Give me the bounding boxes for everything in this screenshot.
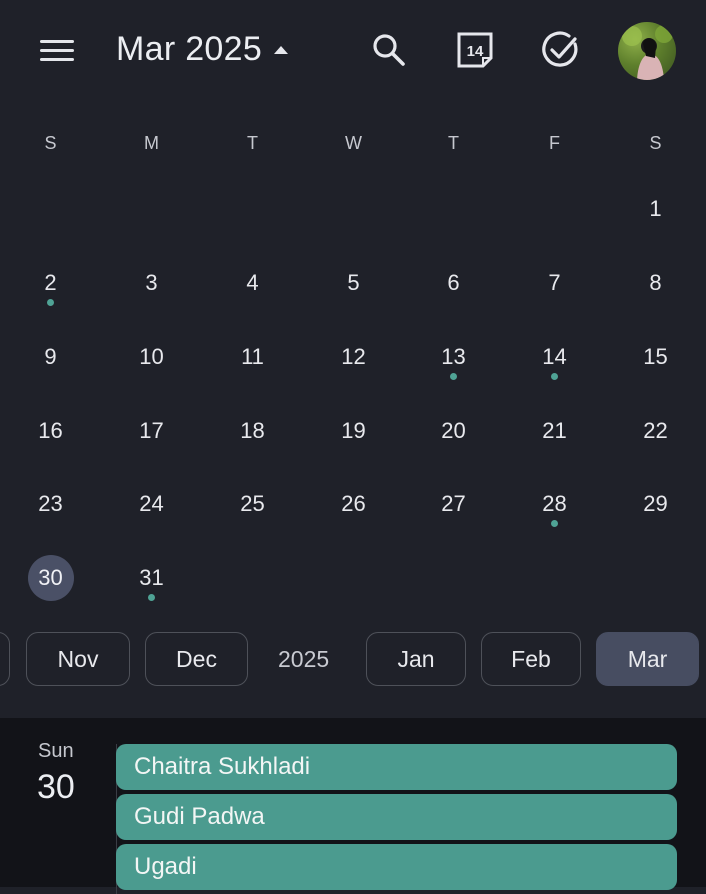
day-cell[interactable]: 18 [202,408,303,468]
day-cell[interactable]: 22 [605,408,706,468]
event-chip[interactable]: Gudi Padwa [116,794,677,840]
month-chip-mar[interactable]: Mar [596,632,699,686]
day-cell[interactable]: 2 [0,260,101,320]
day-number: 18 [240,418,265,443]
day-cell[interactable]: 6 [403,260,504,320]
schedule-panel: Sun 30 Chaitra Sukhladi Gudi Padwa Ugadi [0,718,706,894]
month-chip-feb[interactable]: Feb [481,632,581,686]
day-number: 10 [139,344,164,369]
day-cell[interactable]: 8 [605,260,706,320]
day-number: 4 [246,270,259,295]
day-number: 19 [341,418,366,443]
day-cell[interactable]: 21 [504,408,605,468]
day-cell[interactable]: 26 [303,481,404,541]
day-number: 5 [347,270,360,295]
schedule-day-number[interactable]: 30 [37,768,75,807]
day-number: 24 [139,491,164,516]
day-number: 7 [548,270,561,295]
day-number: 30 [27,555,74,601]
month-chip-label: Feb [511,645,551,672]
day-number: 11 [241,344,264,369]
day-cell[interactable]: 27 [403,481,504,541]
day-number: 27 [441,491,466,516]
day-cell[interactable]: 24 [101,481,202,541]
day-cell[interactable]: 20 [403,408,504,468]
event-chip[interactable]: Ugadi [116,844,677,890]
month-chip-nov[interactable]: Nov [26,632,130,686]
day-cell[interactable]: 7 [504,260,605,320]
month-chip-label: Nov [57,645,99,672]
day-cell[interactable]: 13 [403,334,504,394]
event-indicator-dot [47,299,54,306]
month-chip-dec[interactable]: Dec [145,632,248,686]
month-strip: Nov Dec 2025 Jan Feb Mar [0,632,706,690]
schedule-day-name: Sun [38,740,74,762]
day-cell[interactable]: 25 [202,481,303,541]
event-indicator-dot [148,594,155,601]
day-number: 29 [643,491,668,516]
day-number: 23 [38,491,63,516]
event-indicator-dot [551,373,558,380]
day-cell[interactable]: 31 [101,555,202,615]
month-chip-label: Dec [176,645,217,672]
day-cell[interactable]: 3 [101,260,202,320]
day-number: 21 [542,418,567,443]
day-number: 12 [341,344,366,369]
day-number: 16 [38,418,63,443]
day-cell[interactable]: 12 [303,334,404,394]
day-cell[interactable]: 30 [0,555,101,615]
day-cell[interactable]: 10 [101,334,202,394]
event-indicator-dot [551,520,558,527]
day-cell[interactable]: 5 [303,260,404,320]
day-number: 17 [139,418,164,443]
day-number: 22 [643,418,668,443]
day-number: 9 [44,344,57,369]
day-number: 20 [441,418,466,443]
day-cell[interactable]: 16 [0,408,101,468]
month-chip-label: Mar [627,645,668,672]
day-cell[interactable]: 23 [0,481,101,541]
day-number: 15 [643,344,668,369]
month-chip-label: Jan [397,645,435,672]
day-cell[interactable]: 19 [303,408,404,468]
day-number: 26 [341,491,366,516]
month-grid: 1 2 3 4 5 6 7 8 9 10 11 12 13 14 15 16 17 18 19 20 21 22 23 24 2… [0,0,706,620]
day-cell[interactable]: 4 [202,260,303,320]
day-number: 3 [145,270,158,295]
day-cell[interactable]: 15 [605,334,706,394]
day-cell[interactable]: 9 [0,334,101,394]
event-chip[interactable]: Chaitra Sukhladi [116,744,677,790]
day-cell[interactable]: 17 [101,408,202,468]
day-number: 25 [240,491,265,516]
day-number: 8 [649,270,662,295]
day-number: 1 [649,196,662,221]
day-cell[interactable]: 14 [504,334,605,394]
month-chip-jan[interactable]: Jan [366,632,466,686]
year-label: 2025 [278,645,330,672]
day-cell[interactable]: 1 [605,186,706,246]
month-chip-oct-partial[interactable] [0,632,10,686]
day-cell[interactable]: 11 [202,334,303,394]
day-number: 6 [447,270,460,295]
day-cell[interactable]: 29 [605,481,706,541]
day-cell[interactable]: 28 [504,481,605,541]
event-indicator-dot [450,373,457,380]
